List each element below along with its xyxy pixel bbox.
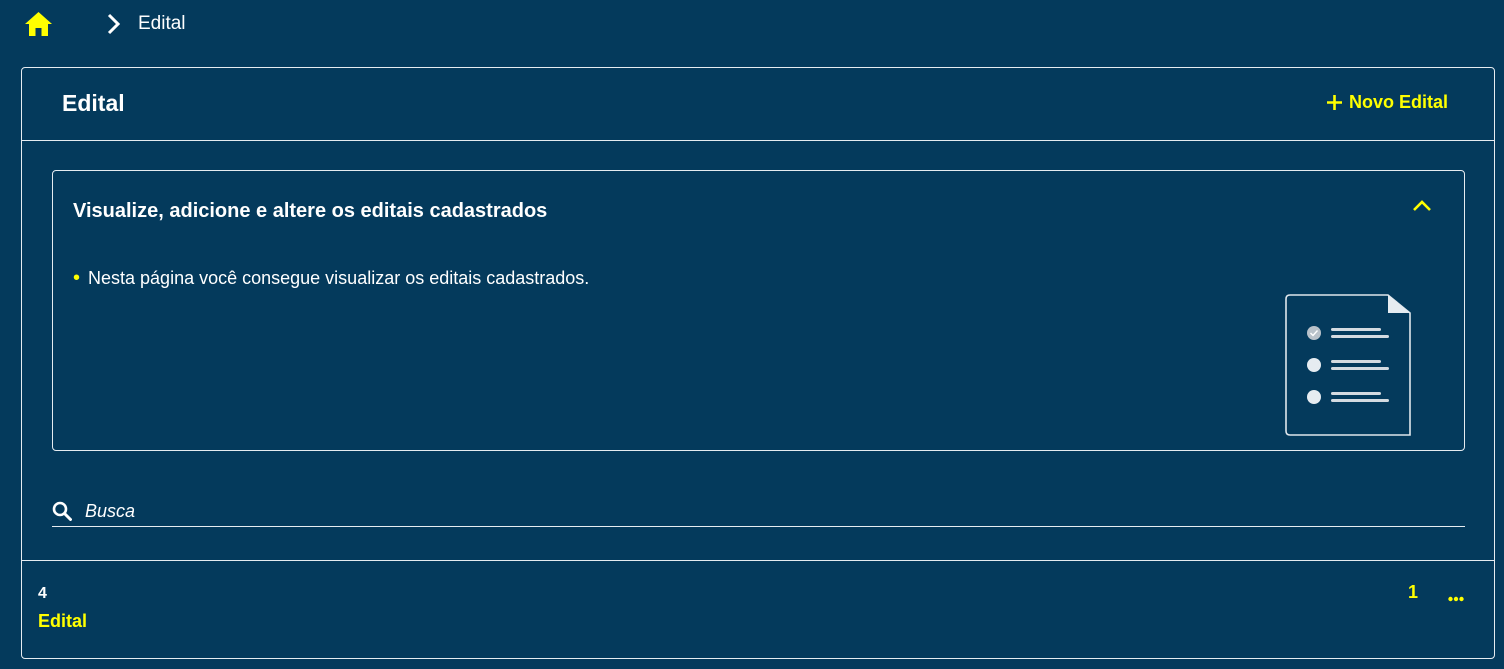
document-checklist-icon <box>1284 293 1412 437</box>
breadcrumb-current: Edital <box>138 13 186 34</box>
search-bar <box>52 496 1465 527</box>
breadcrumb: Edital <box>24 10 186 38</box>
list-item-edital[interactable]: Edital <box>38 611 87 632</box>
page-number[interactable]: 1 <box>1408 582 1418 603</box>
home-icon[interactable] <box>24 11 53 37</box>
info-list-item: • Nesta página você consegue visualizar … <box>73 267 589 290</box>
search-icon <box>52 501 72 521</box>
info-panel: Visualize, adicione e altere os editais … <box>52 170 1465 451</box>
chevron-right-icon <box>105 12 123 36</box>
bullet-icon: • <box>73 267 81 289</box>
page-title: Edital <box>62 90 125 116</box>
card-header: Edital Novo Edital <box>22 68 1494 141</box>
edital-list: 4 Edital 1 <box>22 560 1494 660</box>
plus-icon <box>1326 94 1343 111</box>
search-input[interactable] <box>83 499 1387 523</box>
ellipsis-icon[interactable] <box>1448 589 1464 602</box>
edital-card: Edital Novo Edital Visualize, adicione e… <box>21 67 1495 659</box>
info-list-text: Nesta página você consegue visualizar os… <box>88 268 590 288</box>
new-edital-label: Novo Edital <box>1348 92 1448 112</box>
chevron-up-icon[interactable] <box>1410 195 1434 215</box>
list-count: 4 <box>38 585 47 602</box>
new-edital-button[interactable]: Novo Edital <box>1326 92 1448 113</box>
info-panel-title: Visualize, adicione e altere os editais … <box>73 200 548 222</box>
